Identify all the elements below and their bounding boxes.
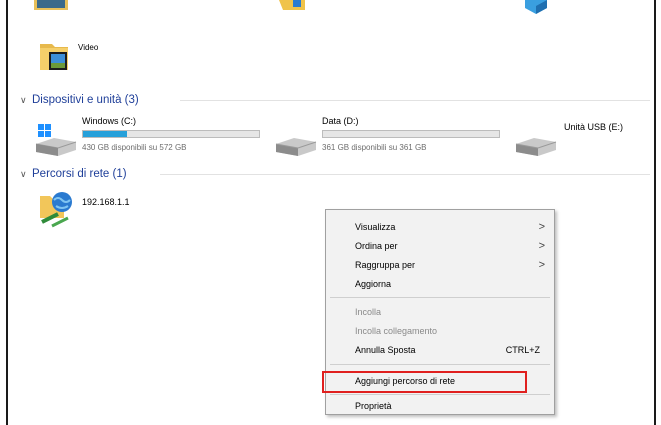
section-divider	[160, 174, 650, 175]
menu-separator	[330, 364, 550, 365]
network-location-name[interactable]: 192.168.1.1	[82, 197, 130, 207]
chevron-down-icon: ∨	[20, 168, 27, 179]
explorer-content-pane: Video ∨ Dispositivi e unità (3) Windows …	[6, 0, 656, 425]
drive-e-name[interactable]: Unità USB (E:)	[564, 122, 623, 132]
drive-c-space: 430 GB disponibili su 572 GB	[82, 143, 187, 152]
chevron-right-icon: >	[538, 221, 545, 233]
drive-d-usage-bar	[322, 130, 500, 138]
drive-c-name[interactable]: Windows (C:)	[82, 116, 136, 126]
drive-c-usage-bar	[82, 130, 260, 138]
menu-item-label: Incolla collegamento	[355, 326, 438, 336]
drive-d-name[interactable]: Data (D:)	[322, 116, 359, 126]
drive-d-icon[interactable]	[274, 134, 318, 158]
windows-drive-icon[interactable]	[34, 124, 78, 158]
menu-separator	[330, 394, 550, 395]
menu-item-raggruppa-per[interactable]: Raggruppa per >	[326, 256, 554, 274]
menu-item-label: Raggruppa per	[355, 260, 416, 270]
menu-item-aggiorna[interactable]: Aggiorna	[326, 275, 554, 293]
menu-item-shortcut: CTRL+Z	[505, 345, 540, 355]
chevron-down-icon: ∨	[20, 94, 27, 105]
video-folder-label: Video	[78, 43, 99, 52]
chevron-right-icon: >	[538, 259, 545, 271]
section-network-label: Percorsi di rete (1)	[32, 168, 127, 180]
section-devices-label: Dispositivi e unità (3)	[32, 94, 139, 106]
section-devices-header[interactable]: ∨ Dispositivi e unità (3)	[20, 92, 139, 108]
menu-separator	[330, 297, 550, 298]
drive-c-usage-fill	[83, 131, 127, 137]
video-folder-icon[interactable]	[38, 38, 74, 74]
menu-item-proprieta[interactable]: Proprietà	[326, 397, 554, 415]
network-location-icon[interactable]	[38, 188, 78, 228]
usb-drive-icon[interactable]	[514, 134, 558, 158]
menu-item-visualizza[interactable]: Visualizza >	[326, 218, 554, 236]
menu-item-label: Annulla Sposta	[355, 345, 416, 355]
menu-item-incolla-collegamento: Incolla collegamento	[326, 322, 554, 340]
section-network-header[interactable]: ∨ Percorsi di rete (1)	[20, 166, 127, 182]
menu-item-ordina-per[interactable]: Ordina per >	[326, 237, 554, 255]
menu-item-label: Visualizza	[355, 222, 396, 232]
drive-d-space: 361 GB disponibili su 361 GB	[322, 143, 427, 152]
chevron-right-icon: >	[538, 240, 545, 252]
section-divider	[180, 100, 650, 101]
highlight-annotation-box	[322, 371, 527, 393]
menu-item-label: Aggiorna	[355, 279, 392, 289]
menu-item-annulla-sposta[interactable]: Annulla Sposta CTRL+Z	[326, 341, 554, 359]
objects3d-folder-icon[interactable]	[521, 0, 551, 14]
menu-item-incolla: Incolla	[326, 303, 554, 321]
menu-item-label: Proprietà	[355, 401, 392, 411]
music-folder-icon[interactable]	[279, 0, 309, 14]
menu-item-label: Ordina per	[355, 241, 398, 251]
menu-item-label: Incolla	[355, 307, 382, 317]
pictures-folder-icon[interactable]	[34, 0, 68, 14]
